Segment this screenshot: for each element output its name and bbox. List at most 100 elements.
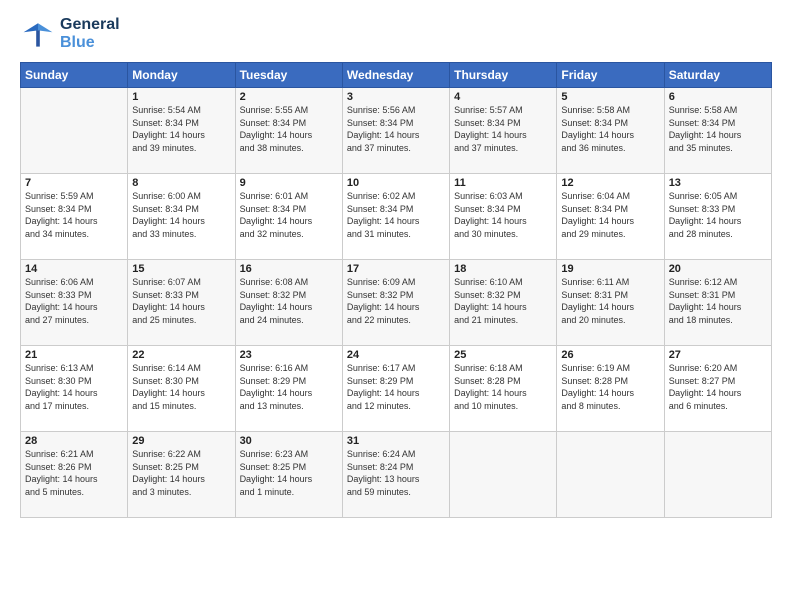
cell-content: Sunrise: 6:11 AM Sunset: 8:31 PM Dayligh… [561, 276, 659, 326]
day-number: 31 [347, 435, 445, 447]
cell-content: Sunrise: 6:20 AM Sunset: 8:27 PM Dayligh… [669, 362, 767, 412]
cell-content: Sunrise: 6:09 AM Sunset: 8:32 PM Dayligh… [347, 276, 445, 326]
cell-content: Sunrise: 6:10 AM Sunset: 8:32 PM Dayligh… [454, 276, 552, 326]
day-number: 11 [454, 177, 552, 189]
day-number: 22 [132, 349, 230, 361]
cell-content: Sunrise: 6:07 AM Sunset: 8:33 PM Dayligh… [132, 276, 230, 326]
cell-content: Sunrise: 6:03 AM Sunset: 8:34 PM Dayligh… [454, 190, 552, 240]
cell-content: Sunrise: 5:58 AM Sunset: 8:34 PM Dayligh… [561, 104, 659, 154]
logo-text: General Blue [60, 16, 120, 52]
cell-4-7: 27Sunrise: 6:20 AM Sunset: 8:27 PM Dayli… [664, 346, 771, 432]
day-number: 3 [347, 91, 445, 103]
col-header-friday: Friday [557, 63, 664, 88]
cell-content: Sunrise: 6:23 AM Sunset: 8:25 PM Dayligh… [240, 448, 338, 498]
cell-5-6 [557, 432, 664, 518]
day-number: 23 [240, 349, 338, 361]
cell-content: Sunrise: 5:54 AM Sunset: 8:34 PM Dayligh… [132, 104, 230, 154]
week-row-5: 28Sunrise: 6:21 AM Sunset: 8:26 PM Dayli… [21, 432, 772, 518]
day-number: 20 [669, 263, 767, 275]
cell-content: Sunrise: 5:56 AM Sunset: 8:34 PM Dayligh… [347, 104, 445, 154]
week-row-4: 21Sunrise: 6:13 AM Sunset: 8:30 PM Dayli… [21, 346, 772, 432]
cell-content: Sunrise: 6:14 AM Sunset: 8:30 PM Dayligh… [132, 362, 230, 412]
cell-content: Sunrise: 6:08 AM Sunset: 8:32 PM Dayligh… [240, 276, 338, 326]
day-number: 10 [347, 177, 445, 189]
cell-content: Sunrise: 6:02 AM Sunset: 8:34 PM Dayligh… [347, 190, 445, 240]
day-number: 7 [25, 177, 123, 189]
cell-5-3: 30Sunrise: 6:23 AM Sunset: 8:25 PM Dayli… [235, 432, 342, 518]
col-header-thursday: Thursday [450, 63, 557, 88]
header: General Blue [20, 16, 772, 52]
col-header-wednesday: Wednesday [342, 63, 449, 88]
cell-content: Sunrise: 5:57 AM Sunset: 8:34 PM Dayligh… [454, 104, 552, 154]
cell-content: Sunrise: 6:13 AM Sunset: 8:30 PM Dayligh… [25, 362, 123, 412]
cell-content: Sunrise: 6:19 AM Sunset: 8:28 PM Dayligh… [561, 362, 659, 412]
day-number: 5 [561, 91, 659, 103]
cell-2-2: 8Sunrise: 6:00 AM Sunset: 8:34 PM Daylig… [128, 174, 235, 260]
day-number: 6 [669, 91, 767, 103]
cell-5-7 [664, 432, 771, 518]
cell-3-5: 18Sunrise: 6:10 AM Sunset: 8:32 PM Dayli… [450, 260, 557, 346]
cell-1-1 [21, 88, 128, 174]
cell-content: Sunrise: 5:58 AM Sunset: 8:34 PM Dayligh… [669, 104, 767, 154]
col-header-saturday: Saturday [664, 63, 771, 88]
week-row-2: 7Sunrise: 5:59 AM Sunset: 8:34 PM Daylig… [21, 174, 772, 260]
cell-2-4: 10Sunrise: 6:02 AM Sunset: 8:34 PM Dayli… [342, 174, 449, 260]
cell-4-1: 21Sunrise: 6:13 AM Sunset: 8:30 PM Dayli… [21, 346, 128, 432]
cell-5-5 [450, 432, 557, 518]
cell-1-2: 1Sunrise: 5:54 AM Sunset: 8:34 PM Daylig… [128, 88, 235, 174]
col-header-sunday: Sunday [21, 63, 128, 88]
cell-content: Sunrise: 6:24 AM Sunset: 8:24 PM Dayligh… [347, 448, 445, 498]
cell-content: Sunrise: 6:18 AM Sunset: 8:28 PM Dayligh… [454, 362, 552, 412]
cell-2-3: 9Sunrise: 6:01 AM Sunset: 8:34 PM Daylig… [235, 174, 342, 260]
cell-content: Sunrise: 6:06 AM Sunset: 8:33 PM Dayligh… [25, 276, 123, 326]
cell-1-6: 5Sunrise: 5:58 AM Sunset: 8:34 PM Daylig… [557, 88, 664, 174]
cell-content: Sunrise: 6:12 AM Sunset: 8:31 PM Dayligh… [669, 276, 767, 326]
cell-2-1: 7Sunrise: 5:59 AM Sunset: 8:34 PM Daylig… [21, 174, 128, 260]
cell-content: Sunrise: 6:17 AM Sunset: 8:29 PM Dayligh… [347, 362, 445, 412]
day-number: 4 [454, 91, 552, 103]
day-number: 1 [132, 91, 230, 103]
day-number: 24 [347, 349, 445, 361]
cell-3-2: 15Sunrise: 6:07 AM Sunset: 8:33 PM Dayli… [128, 260, 235, 346]
day-number: 21 [25, 349, 123, 361]
cell-content: Sunrise: 6:21 AM Sunset: 8:26 PM Dayligh… [25, 448, 123, 498]
col-header-monday: Monday [128, 63, 235, 88]
day-number: 13 [669, 177, 767, 189]
cell-5-1: 28Sunrise: 6:21 AM Sunset: 8:26 PM Dayli… [21, 432, 128, 518]
day-number: 2 [240, 91, 338, 103]
cell-4-5: 25Sunrise: 6:18 AM Sunset: 8:28 PM Dayli… [450, 346, 557, 432]
cell-2-6: 12Sunrise: 6:04 AM Sunset: 8:34 PM Dayli… [557, 174, 664, 260]
day-number: 15 [132, 263, 230, 275]
day-number: 29 [132, 435, 230, 447]
day-number: 14 [25, 263, 123, 275]
cell-4-2: 22Sunrise: 6:14 AM Sunset: 8:30 PM Dayli… [128, 346, 235, 432]
day-number: 18 [454, 263, 552, 275]
calendar-table: SundayMondayTuesdayWednesdayThursdayFrid… [20, 62, 772, 518]
col-header-tuesday: Tuesday [235, 63, 342, 88]
cell-3-7: 20Sunrise: 6:12 AM Sunset: 8:31 PM Dayli… [664, 260, 771, 346]
day-number: 28 [25, 435, 123, 447]
logo-icon [20, 16, 56, 52]
cell-3-6: 19Sunrise: 6:11 AM Sunset: 8:31 PM Dayli… [557, 260, 664, 346]
day-number: 19 [561, 263, 659, 275]
cell-content: Sunrise: 6:01 AM Sunset: 8:34 PM Dayligh… [240, 190, 338, 240]
header-row: SundayMondayTuesdayWednesdayThursdayFrid… [21, 63, 772, 88]
cell-1-3: 2Sunrise: 5:55 AM Sunset: 8:34 PM Daylig… [235, 88, 342, 174]
logo: General Blue [20, 16, 120, 52]
cell-content: Sunrise: 6:22 AM Sunset: 8:25 PM Dayligh… [132, 448, 230, 498]
cell-5-2: 29Sunrise: 6:22 AM Sunset: 8:25 PM Dayli… [128, 432, 235, 518]
day-number: 16 [240, 263, 338, 275]
week-row-3: 14Sunrise: 6:06 AM Sunset: 8:33 PM Dayli… [21, 260, 772, 346]
cell-content: Sunrise: 6:00 AM Sunset: 8:34 PM Dayligh… [132, 190, 230, 240]
day-number: 30 [240, 435, 338, 447]
cell-1-4: 3Sunrise: 5:56 AM Sunset: 8:34 PM Daylig… [342, 88, 449, 174]
cell-4-6: 26Sunrise: 6:19 AM Sunset: 8:28 PM Dayli… [557, 346, 664, 432]
day-number: 25 [454, 349, 552, 361]
cell-2-7: 13Sunrise: 6:05 AM Sunset: 8:33 PM Dayli… [664, 174, 771, 260]
day-number: 12 [561, 177, 659, 189]
cell-3-1: 14Sunrise: 6:06 AM Sunset: 8:33 PM Dayli… [21, 260, 128, 346]
cell-4-3: 23Sunrise: 6:16 AM Sunset: 8:29 PM Dayli… [235, 346, 342, 432]
day-number: 26 [561, 349, 659, 361]
cell-3-4: 17Sunrise: 6:09 AM Sunset: 8:32 PM Dayli… [342, 260, 449, 346]
day-number: 8 [132, 177, 230, 189]
